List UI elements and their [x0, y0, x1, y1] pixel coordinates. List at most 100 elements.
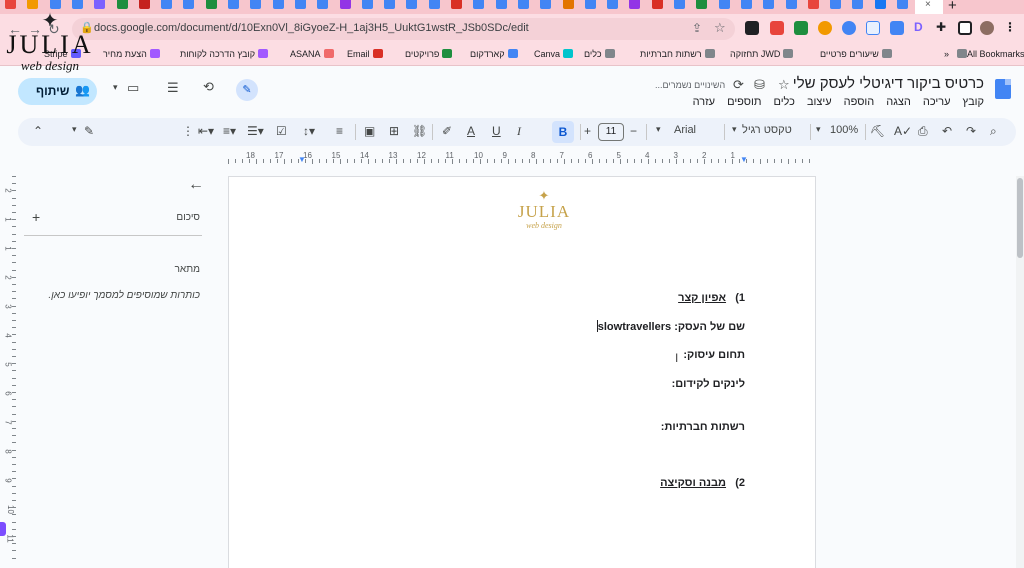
- browser-tab[interactable]: [535, 0, 557, 14]
- address-bar[interactable]: 🔒 docs.google.com/document/d/10Exn0Vl_8i…: [72, 18, 735, 40]
- browser-menu-icon[interactable]: ⋮: [1004, 20, 1016, 34]
- checklist-icon[interactable]: ☑: [276, 124, 287, 138]
- bookmark-item[interactable]: קארדקום: [470, 49, 518, 61]
- align-icon[interactable]: ≡: [336, 124, 343, 138]
- browser-tab[interactable]: [602, 0, 624, 14]
- menu-item[interactable]: עריכה: [923, 96, 951, 108]
- video-call-icon[interactable]: ▭: [127, 80, 139, 96]
- indent-marker-icon[interactable]: ▼: [740, 155, 748, 164]
- browser-tab[interactable]: [424, 0, 446, 14]
- browser-tab[interactable]: [758, 0, 780, 14]
- text-color-icon[interactable]: A: [467, 124, 475, 138]
- browser-tab[interactable]: [691, 0, 713, 14]
- browser-tab[interactable]: [847, 0, 869, 14]
- insert-image-icon[interactable]: ▣: [364, 124, 375, 138]
- mode-dropdown-icon[interactable]: ▾: [72, 124, 77, 135]
- field-line[interactable]: תחום עיסוק:: [683, 349, 745, 361]
- menu-item[interactable]: עזרה: [693, 96, 715, 108]
- comments-icon[interactable]: ☰: [167, 80, 179, 96]
- browser-tab[interactable]: [803, 0, 825, 14]
- extension-icon[interactable]: [818, 21, 832, 35]
- browser-tab[interactable]: [112, 0, 134, 14]
- paint-format-icon[interactable]: ⛏: [870, 124, 885, 138]
- bookmark-item[interactable]: Email: [347, 49, 383, 61]
- increase-font-size-icon[interactable]: +: [584, 124, 591, 138]
- bookmark-item[interactable]: פרויקטים: [405, 49, 453, 61]
- extension-d-icon[interactable]: D: [914, 20, 923, 34]
- insert-link-icon[interactable]: ⛓: [412, 124, 427, 138]
- scrollbar-thumb[interactable]: [1017, 178, 1023, 258]
- redo-icon[interactable]: ↷: [966, 124, 976, 138]
- bold-button[interactable]: B: [552, 121, 574, 143]
- horizontal-ruler[interactable]: 18 17 16 15 14 13 12 11 10 9 8 7 6 5 4 3 2 1 ▼ ▼: [228, 151, 816, 164]
- browser-tab[interactable]: [312, 0, 334, 14]
- browser-tab[interactable]: [781, 0, 803, 14]
- star-icon[interactable]: ☆: [778, 77, 790, 93]
- browser-tab[interactable]: [736, 0, 758, 14]
- bookmark-item[interactable]: כלים: [584, 49, 615, 61]
- browser-tab[interactable]: [513, 0, 535, 14]
- add-comment-icon[interactable]: ⊞: [389, 124, 399, 138]
- browser-tab[interactable]: [178, 0, 200, 14]
- social-line[interactable]: רשתות חברתיות:: [661, 421, 745, 433]
- browser-tab[interactable]: [401, 0, 423, 14]
- highlight-color-icon[interactable]: ✐: [442, 124, 452, 138]
- style-dropdown-icon[interactable]: ▾: [732, 124, 737, 135]
- side-extension-badge[interactable]: [0, 522, 6, 536]
- menu-item[interactable]: כלים: [773, 96, 794, 108]
- version-history-icon[interactable]: ⟲: [203, 79, 214, 95]
- business-name-line[interactable]: שם של העסק: slowtravellers: [596, 320, 745, 333]
- extension-icon[interactable]: [745, 21, 759, 35]
- heading-2[interactable]: 2) מבנה וסקיצה: [660, 477, 745, 489]
- document-page[interactable]: ✦ JULIA web design 1) אפיון קצר שם של הע…: [228, 176, 816, 568]
- italic-icon[interactable]: I: [517, 124, 521, 139]
- links-line[interactable]: לינקים לקידום:: [672, 378, 745, 390]
- margin-marker-icon[interactable]: ▼: [298, 155, 306, 164]
- bullet-list-icon[interactable]: ☰▾: [247, 124, 264, 138]
- heading-1[interactable]: 1) אפיון קצר: [678, 292, 745, 304]
- font-size-input[interactable]: 11: [598, 123, 624, 141]
- browser-tab[interactable]: [268, 0, 290, 14]
- paragraph-style-select[interactable]: טקסט רגיל: [742, 124, 792, 136]
- browser-tab[interactable]: [669, 0, 691, 14]
- bookmark-item[interactable]: רשתות חברתיות: [640, 49, 715, 61]
- extension-icon[interactable]: [866, 21, 880, 35]
- rtl-direction-icon[interactable]: ⇤▾: [198, 124, 214, 138]
- browser-tab[interactable]: [290, 0, 312, 14]
- document-scrollbar[interactable]: [1016, 176, 1024, 568]
- line-spacing-icon[interactable]: ↕▾: [303, 124, 315, 138]
- close-outline-icon[interactable]: ←: [188, 176, 204, 194]
- font-family-select[interactable]: Arial: [674, 124, 696, 136]
- bookmark-item[interactable]: ASANA: [290, 49, 334, 61]
- browser-tab[interactable]: [357, 0, 379, 14]
- browser-tab[interactable]: [379, 0, 401, 14]
- extensions-puzzle-icon[interactable]: ✚: [936, 20, 946, 34]
- bookmark-item[interactable]: הצעת מחיר: [103, 49, 160, 61]
- search-menus-icon[interactable]: ⌕: [990, 124, 997, 139]
- move-folder-icon[interactable]: ⛁: [754, 77, 765, 93]
- browser-tab[interactable]: [446, 0, 468, 14]
- sidepanel-icon[interactable]: [958, 21, 972, 35]
- add-summary-icon[interactable]: +: [32, 209, 40, 225]
- all-bookmarks[interactable]: » All Bookmarks: [944, 49, 1024, 61]
- spellcheck-icon[interactable]: A✓: [894, 124, 912, 138]
- bookmark-item[interactable]: שיעורים פרטיים: [820, 49, 892, 61]
- meet-dropdown-icon[interactable]: ▾: [113, 82, 118, 93]
- close-tab-icon[interactable]: ×: [925, 0, 931, 10]
- browser-tab[interactable]: [558, 0, 580, 14]
- browser-tab[interactable]: [491, 0, 513, 14]
- browser-tab[interactable]: [870, 0, 892, 14]
- menu-item[interactable]: קובץ: [963, 96, 984, 108]
- vertical-ruler[interactable]: 2 1 1 2 3 4 5 6 7 8 9 10 11: [4, 176, 18, 568]
- zoom-select[interactable]: 100%: [830, 124, 858, 136]
- browser-tab[interactable]: [201, 0, 223, 14]
- more-options-icon[interactable]: ⋮: [182, 124, 194, 138]
- browser-tab[interactable]: [468, 0, 490, 14]
- browser-tab[interactable]: [134, 0, 156, 14]
- bookmark-item[interactable]: JWD תחזוקה: [730, 49, 794, 61]
- profile-avatar[interactable]: [980, 21, 994, 35]
- browser-tab[interactable]: [223, 0, 245, 14]
- zoom-dropdown-icon[interactable]: ▾: [816, 124, 821, 135]
- extension-icon[interactable]: [890, 21, 904, 35]
- menu-item[interactable]: הוספה: [844, 96, 875, 108]
